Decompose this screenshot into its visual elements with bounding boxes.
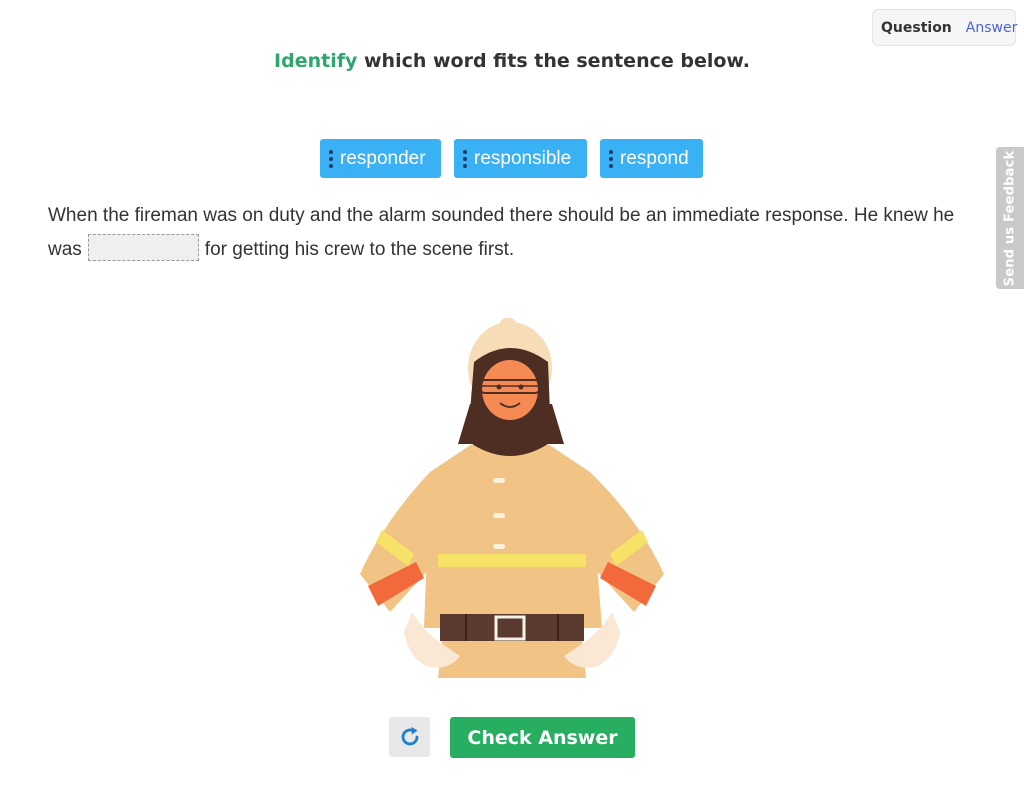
instruction-verb: Identify bbox=[274, 50, 358, 72]
send-feedback-label: Send us Feedback bbox=[1002, 150, 1018, 286]
word-chip-label: responsible bbox=[474, 147, 572, 169]
firefighter-illustration bbox=[360, 318, 664, 678]
refresh-icon bbox=[401, 727, 418, 746]
question-answer-toggle: Question Answer bbox=[872, 9, 1018, 46]
drag-handle-icon bbox=[609, 149, 613, 168]
instruction-text: which word fits the sentence below. bbox=[357, 50, 750, 72]
check-answer-button[interactable]: Check Answer bbox=[450, 717, 635, 758]
reset-button[interactable] bbox=[389, 717, 430, 757]
send-feedback-tab[interactable]: Send us Feedback bbox=[996, 147, 1024, 289]
instruction-heading: Identify which word fits the sentence be… bbox=[0, 50, 1024, 72]
sentence-after: for getting his crew to the scene first. bbox=[204, 239, 515, 260]
question-sentence: When the fireman was on duty and the ala… bbox=[48, 199, 968, 267]
question-toggle-button[interactable]: Question bbox=[873, 10, 959, 45]
word-chip-respond[interactable]: respond bbox=[600, 139, 703, 178]
answer-toggle-button[interactable]: Answer bbox=[959, 10, 1018, 45]
word-chip-label: respond bbox=[620, 147, 689, 169]
drag-handle-icon bbox=[329, 149, 333, 168]
word-chip-responsible[interactable]: responsible bbox=[454, 139, 587, 178]
drag-handle-icon bbox=[463, 149, 467, 168]
answer-drop-zone[interactable] bbox=[87, 234, 199, 262]
word-chip-responder[interactable]: responder bbox=[320, 139, 441, 178]
word-chip-label: responder bbox=[340, 147, 426, 169]
